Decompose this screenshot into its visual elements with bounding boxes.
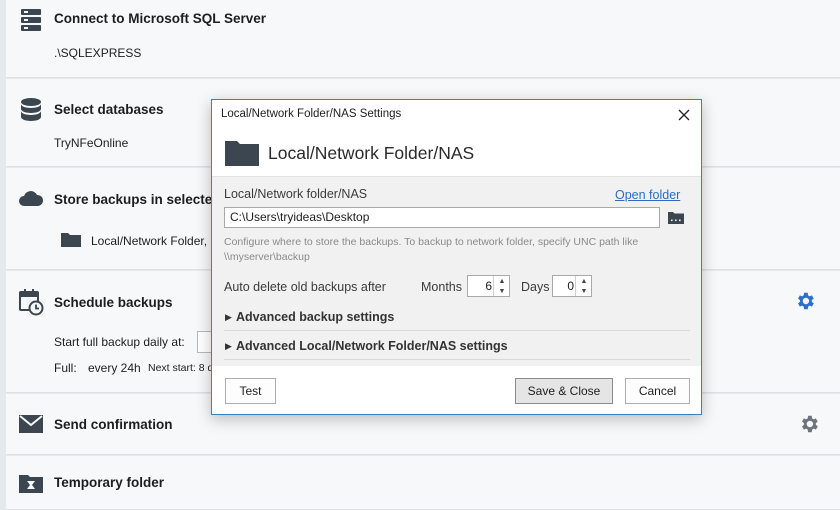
close-icon[interactable] (673, 104, 695, 126)
section-title: Store backups in selected (54, 192, 221, 207)
folder-hint: Configure where to store the backups. To… (224, 236, 639, 263)
months-label: Months (421, 280, 462, 294)
database-name: TryNFeOnline (54, 136, 129, 150)
section-title: Send confirmation (54, 417, 173, 432)
start-time-label: Start full backup daily at: (54, 335, 185, 349)
expander-label: Advanced backup settings (236, 310, 395, 324)
save-close-button[interactable]: Save & Close (515, 378, 613, 404)
database-icon (16, 95, 46, 125)
folder-icon (61, 231, 81, 247)
dialog-body: Local/Network folder/NAS Open folder C:\… (212, 176, 701, 366)
server-name: .\SQLEXPRESS (54, 46, 142, 60)
server-icon (16, 5, 46, 35)
hourglass-folder-icon (16, 468, 46, 498)
destination-label[interactable]: Local/Network Folder, (91, 234, 207, 248)
section-title: Select databases (54, 102, 164, 117)
months-value: 6 (485, 279, 492, 293)
nas-settings-dialog: Local/Network Folder/NAS Settings Local/… (211, 99, 702, 415)
test-button[interactable]: Test (225, 378, 276, 404)
decrement-icon[interactable]: ▼ (576, 286, 592, 296)
open-folder-link[interactable]: Open folder (615, 188, 680, 202)
dialog-window-title: Local/Network Folder/NAS Settings (221, 108, 402, 120)
chevron-right-icon: ▶ (225, 341, 232, 351)
days-value: 0 (567, 279, 574, 293)
calendar-clock-icon (16, 287, 46, 317)
full-interval: every 24h (88, 361, 141, 375)
schedule-settings-gear-icon[interactable] (792, 288, 818, 314)
dialog-titlebar[interactable]: Local/Network Folder/NAS Settings (212, 100, 701, 130)
section-connect[interactable]: Connect to Microsoft SQL Server .\SQLEXP… (6, 0, 840, 78)
browse-folder-icon[interactable] (668, 210, 684, 224)
folder-label: Local/Network folder/NAS (224, 187, 368, 201)
dialog-heading: Local/Network Folder/NAS (268, 143, 475, 163)
next-start: Next start: 8 d (148, 362, 214, 374)
section-temp-folder[interactable]: Temporary folder (6, 456, 840, 510)
confirmation-settings-gear-icon[interactable] (796, 411, 822, 437)
cloud-icon (16, 183, 46, 213)
days-stepper[interactable]: 0 ▲ ▼ (552, 275, 592, 297)
decrement-icon[interactable]: ▼ (494, 286, 510, 296)
chevron-right-icon: ▶ (225, 312, 232, 322)
section-title: Schedule backups (54, 295, 173, 310)
advanced-backup-settings-expander[interactable]: ▶ Advanced backup settings (224, 305, 690, 331)
section-title: Temporary folder (54, 475, 165, 490)
increment-icon[interactable]: ▲ (494, 276, 510, 286)
days-label: Days (521, 280, 550, 294)
auto-delete-label: Auto delete old backups after (224, 280, 386, 294)
expander-label: Advanced Local/Network Folder/NAS settin… (236, 339, 508, 353)
folder-path-input[interactable]: C:\Users\tryideas\Desktop (224, 207, 660, 228)
cancel-button[interactable]: Cancel (625, 378, 690, 404)
advanced-nas-settings-expander[interactable]: ▶ Advanced Local/Network Folder/NAS sett… (224, 334, 690, 360)
increment-icon[interactable]: ▲ (576, 276, 592, 286)
months-stepper[interactable]: 6 ▲ ▼ (467, 275, 510, 297)
envelope-icon (16, 409, 46, 439)
folder-icon (225, 138, 259, 166)
section-title: Connect to Microsoft SQL Server (54, 11, 267, 26)
full-label: Full: (54, 361, 77, 375)
